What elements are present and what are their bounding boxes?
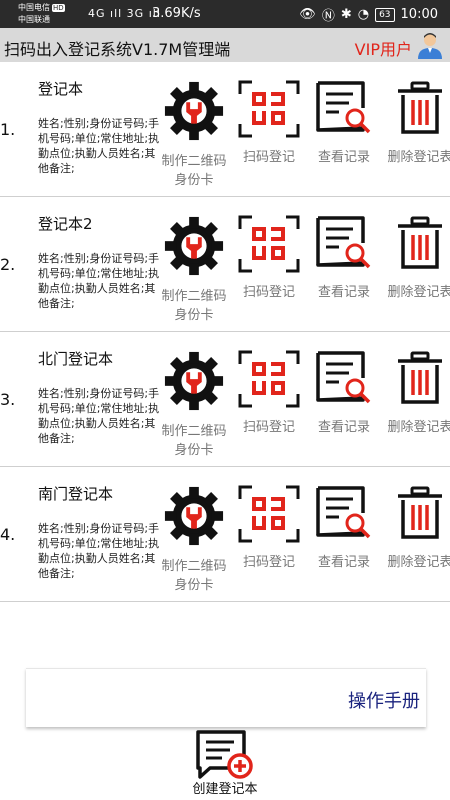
qr-scan-icon [238,215,300,273]
delete-register-label: 删除登记表 [387,285,450,300]
view-records-button[interactable]: 查看记录 [308,350,380,437]
view-records-icon [316,486,371,539]
net-speed: 3.69K/s [152,6,201,21]
carrier-info: 中国电信 HD 中国联通 [18,2,65,25]
trash-icon [398,486,442,539]
delete-register-button[interactable]: 删除登记表 [384,485,450,572]
register-name[interactable]: 南门登记本 [38,483,113,504]
trash-icon [398,351,442,404]
scan-register-button[interactable]: 扫码登记 [233,215,305,302]
delete-register-button[interactable]: 删除登记表 [384,350,450,437]
manual-panel: 操作手册 [26,668,426,727]
scan-register-button[interactable]: 扫码登记 [233,350,305,437]
eye-icon: 👁 [299,7,316,22]
view-records-button[interactable]: 查看记录 [308,215,380,302]
view-records-label: 查看记录 [317,285,370,300]
user-avatar-icon[interactable] [416,31,444,59]
register-fields: 姓名;性别;身份证号码;手机号码;单位;常住地址;执勤点位;执勤人员姓名;其他备… [38,387,160,445]
make-card-button[interactable]: 制作二维码身份卡 [158,80,230,190]
qr-scan-icon [238,350,300,408]
vip-label[interactable]: VIP用户 [355,36,412,60]
row-index: 3. [0,390,16,409]
register-row: 1. 登记本 姓名;性别;身份证号码;手机号码;单位;常住地址;执勤点位;执勤人… [0,62,450,197]
make-card-label: 制作二维码身份卡 [161,424,227,458]
view-records-icon [316,81,371,134]
create-register-button[interactable]: 创建登记本 [170,728,280,800]
nfc-icon: Ⓝ [321,9,335,24]
create-register-icon [196,730,253,779]
make-card-button[interactable]: 制作二维码身份卡 [158,350,230,460]
delete-register-button[interactable]: 删除登记表 [384,215,450,302]
delete-register-button[interactable]: 删除登记表 [384,80,450,167]
row-index: 2. [0,255,16,274]
carrier-1: 中国电信 [18,3,50,12]
register-list: 1. 登记本 姓名;性别;身份证号码;手机号码;单位;常住地址;执勤点位;执勤人… [0,62,450,602]
register-row: 2. 登记本2 姓名;性别;身份证号码;手机号码;单位;常住地址;执勤点位;执勤… [0,197,450,332]
scan-register-label: 扫码登记 [242,285,295,300]
make-card-label: 制作二维码身份卡 [161,559,227,593]
view-records-button[interactable]: 查看记录 [308,80,380,167]
view-records-button[interactable]: 查看记录 [308,485,380,572]
qr-scan-icon [238,80,300,138]
make-card-label: 制作二维码身份卡 [161,154,227,188]
scan-register-label: 扫码登记 [242,555,295,570]
register-name[interactable]: 登记本 [38,78,83,99]
register-name[interactable]: 北门登记本 [38,348,113,369]
register-fields: 姓名;性别;身份证号码;手机号码;单位;常住地址;执勤点位;执勤人员姓名;其他备… [38,252,160,310]
make-card-label: 制作二维码身份卡 [161,289,227,323]
register-row: 3. 北门登记本 姓名;性别;身份证号码;手机号码;单位;常住地址;执勤点位;执… [0,332,450,467]
view-records-label: 查看记录 [317,420,370,435]
gear-wrench-icon [164,486,224,546]
register-row: 4. 南门登记本 姓名;性别;身份证号码;手机号码;单位;常住地址;执勤点位;执… [0,467,450,602]
scan-register-label: 扫码登记 [242,420,295,435]
app-title: 扫码出入登记系统V1.7M管理端 [4,40,231,59]
battery-icon: 63 [375,7,395,22]
carrier-2: 中国联通 [18,15,50,24]
register-fields: 姓名;性别;身份证号码;手机号码;单位;常住地址;执勤点位;执勤人员姓名;其他备… [38,522,160,580]
scan-register-button[interactable]: 扫码登记 [233,80,305,167]
delete-register-label: 删除登记表 [387,420,450,435]
delete-register-label: 删除登记表 [387,555,450,570]
clock: 10:00 [400,7,438,22]
make-card-button[interactable]: 制作二维码身份卡 [158,215,230,325]
status-bar: 中国电信 HD 中国联通 4G ıll 3G ıll 3.69K/s 👁 Ⓝ ✱ … [0,0,450,28]
hd-badge: HD [52,4,65,12]
status-right: 👁 Ⓝ ✱ ◔ 63 10:00 [299,5,438,24]
gear-wrench-icon [164,351,224,411]
trash-icon [398,81,442,134]
view-records-icon [316,216,371,269]
register-fields: 姓名;性别;身份证号码;手机号码;单位;常住地址;执勤点位;执勤人员姓名;其他备… [38,117,160,175]
view-records-label: 查看记录 [317,150,370,165]
speedometer-icon: ◔ [357,7,370,22]
bluetooth-icon: ✱ [340,7,352,22]
register-name[interactable]: 登记本2 [38,213,93,234]
signal-icon: 4G ıll 3G ıll [88,7,161,20]
scan-register-button[interactable]: 扫码登记 [233,485,305,572]
create-register-label: 创建登记本 [192,782,258,797]
gear-wrench-icon [164,216,224,276]
row-index: 1. [0,120,16,139]
scan-register-label: 扫码登记 [242,150,295,165]
row-index: 4. [0,525,16,544]
delete-register-label: 删除登记表 [387,150,450,165]
trash-icon [398,216,442,269]
view-records-icon [316,351,371,404]
view-records-label: 查看记录 [317,555,370,570]
gear-wrench-icon [164,81,224,141]
app-header: 扫码出入登记系统V1.7M管理端 VIP用户 [0,28,450,62]
qr-scan-icon [238,485,300,543]
make-card-button[interactable]: 制作二维码身份卡 [158,485,230,595]
manual-link[interactable]: 操作手册 [348,687,420,713]
